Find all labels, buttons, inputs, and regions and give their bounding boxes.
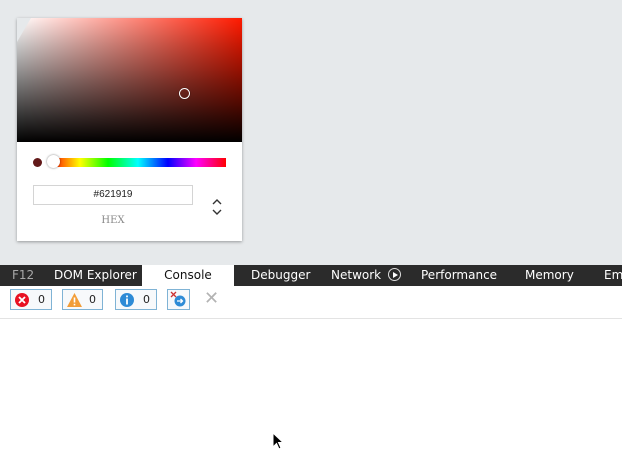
error-icon xyxy=(15,293,29,307)
tab-performance[interactable]: Performance xyxy=(421,265,497,286)
errors-count: 0 xyxy=(38,293,45,306)
clear-on-navigate-button[interactable] xyxy=(167,289,190,310)
hue-slider[interactable] xyxy=(50,158,226,167)
tab-f12: F12 xyxy=(12,268,35,282)
info-filter-button[interactable]: 0 xyxy=(115,289,157,310)
console-toolbar: 0 0 0 xyxy=(0,286,622,319)
close-icon[interactable]: ✕ xyxy=(204,290,219,308)
info-icon xyxy=(120,293,134,307)
play-icon xyxy=(387,268,401,281)
color-cursor-handle[interactable] xyxy=(179,88,190,99)
tab-console[interactable]: Console xyxy=(142,265,234,286)
tab-network[interactable]: Network xyxy=(331,265,401,286)
page-viewport: HEX xyxy=(0,0,622,265)
tab-emulation[interactable]: Em xyxy=(604,265,622,286)
color-picker: HEX xyxy=(17,18,242,241)
errors-filter-button[interactable]: 0 xyxy=(10,289,52,310)
color-mode-label: HEX xyxy=(101,215,125,226)
hex-input[interactable] xyxy=(33,185,193,205)
saturation-value-area[interactable] xyxy=(17,18,242,142)
picker-corner-notch xyxy=(17,18,31,42)
tab-debugger[interactable]: Debugger xyxy=(251,265,310,286)
warnings-filter-button[interactable]: 0 xyxy=(62,289,103,310)
warning-icon xyxy=(67,293,82,307)
hue-slider-thumb[interactable] xyxy=(47,155,60,168)
warnings-count: 0 xyxy=(89,293,96,306)
tab-network-label: Network xyxy=(331,268,382,282)
console-output[interactable] xyxy=(0,319,622,456)
mode-toggle-button[interactable] xyxy=(210,197,224,219)
clear-on-navigate-icon xyxy=(170,291,186,307)
info-count: 0 xyxy=(143,293,150,306)
mouse-pointer-icon xyxy=(272,432,284,450)
devtools-tabbar: F12 DOM Explorer Console Debugger Networ… xyxy=(0,265,622,286)
tab-dom-explorer[interactable]: DOM Explorer xyxy=(54,265,137,286)
chevron-up-down-icon xyxy=(212,199,222,215)
tab-memory[interactable]: Memory xyxy=(525,265,574,286)
current-color-swatch xyxy=(33,158,42,167)
